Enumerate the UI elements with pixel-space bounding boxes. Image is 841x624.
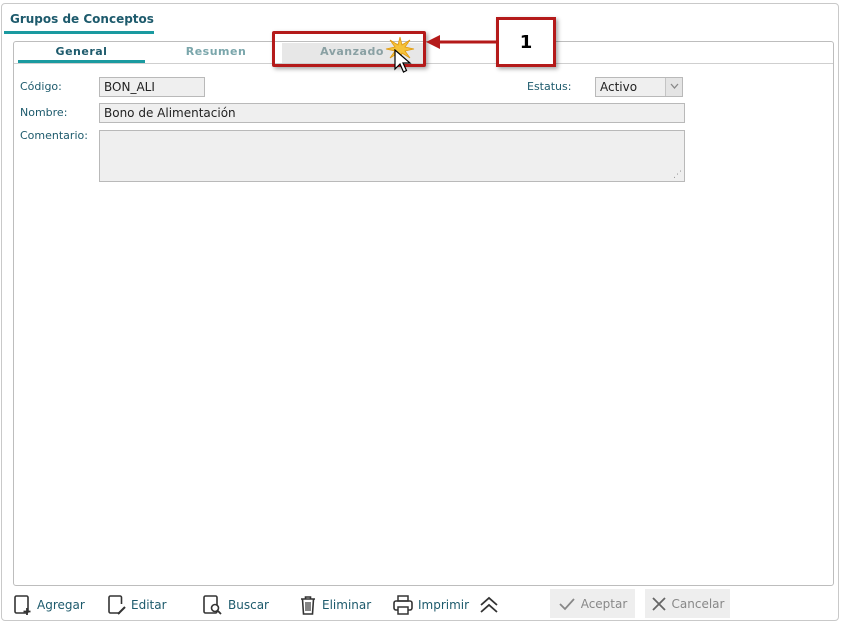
aceptar-button[interactable]: Aceptar — [550, 589, 635, 618]
buscar-button[interactable]: Buscar — [202, 591, 269, 619]
search-document-icon — [203, 595, 222, 615]
double-chevron-up-icon — [480, 596, 498, 613]
close-icon — [651, 596, 666, 611]
codigo-field[interactable]: BON_ALI — [99, 77, 205, 97]
buscar-label: Buscar — [228, 598, 269, 612]
aceptar-label: Aceptar — [580, 596, 628, 611]
estatus-select[interactable]: Activo — [595, 77, 683, 97]
agregar-label: Agregar — [37, 598, 85, 612]
window: Grupos de Conceptos General Resumen Avan… — [1, 3, 839, 621]
nombre-label: Nombre: — [20, 106, 68, 119]
check-icon — [559, 597, 575, 610]
cancelar-label: Cancelar — [671, 596, 725, 611]
agregar-button[interactable]: Agregar — [13, 591, 85, 619]
window-title: Grupos de Conceptos — [10, 12, 154, 26]
editar-label: Editar — [131, 598, 167, 612]
edit-document-icon — [108, 595, 126, 615]
tab-general[interactable]: General — [18, 45, 145, 61]
estatus-value: Activo — [600, 80, 638, 94]
eliminar-label: Eliminar — [322, 598, 372, 612]
comentario-label: Comentario: — [20, 129, 88, 142]
add-document-icon — [14, 595, 31, 615]
cancelar-button[interactable]: Cancelar — [645, 589, 730, 618]
nombre-field[interactable]: Bono de Alimentación — [99, 103, 685, 123]
printer-icon — [393, 595, 413, 615]
imprimir-button[interactable]: Imprimir — [392, 591, 469, 619]
cursor-icon — [394, 49, 412, 73]
eliminar-button[interactable]: Eliminar — [298, 591, 371, 619]
form-panel: General Resumen Avanzado Código: BON_ALI… — [13, 41, 834, 586]
window-title-underline — [4, 31, 154, 34]
imprimir-label: Imprimir — [418, 598, 470, 612]
tab-resumen[interactable]: Resumen — [154, 45, 278, 61]
chevron-down-icon[interactable] — [665, 78, 682, 96]
collapse-toolbar-button[interactable] — [478, 591, 504, 619]
codigo-label: Código: — [20, 80, 62, 93]
editar-button[interactable]: Editar — [107, 591, 167, 619]
resize-grip-icon[interactable]: ⋰ — [673, 170, 682, 180]
comentario-field[interactable]: ⋰ — [99, 130, 685, 182]
callout-number: 1 — [496, 17, 556, 67]
estatus-label: Estatus: — [527, 80, 572, 93]
trash-icon — [301, 596, 315, 615]
callout-arrow — [426, 35, 496, 49]
